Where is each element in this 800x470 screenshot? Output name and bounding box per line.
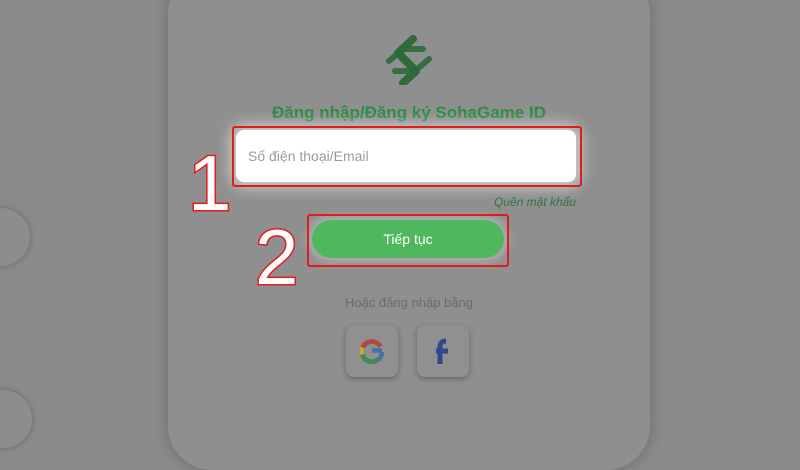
facebook-login-button[interactable] [417,325,469,377]
annotation-step-2: 2 [253,213,299,301]
facebook-icon [436,338,448,364]
login-title: Đăng nhập/Đăng ký SohaGame ID [272,103,546,122]
sohagame-logo-icon [383,35,435,87]
forgot-password-link[interactable]: Quên mật khẩu [470,195,576,209]
google-login-button[interactable] [346,325,398,377]
highlight-box-input [232,126,582,187]
google-icon [359,339,385,364]
highlight-box-button [307,214,509,267]
side-decoration-top [0,208,30,266]
side-decoration-bottom [0,390,32,448]
annotation-step-1: 1 [186,139,232,227]
alt-login-label: Hoặc đăng nhập bằng [345,295,473,310]
